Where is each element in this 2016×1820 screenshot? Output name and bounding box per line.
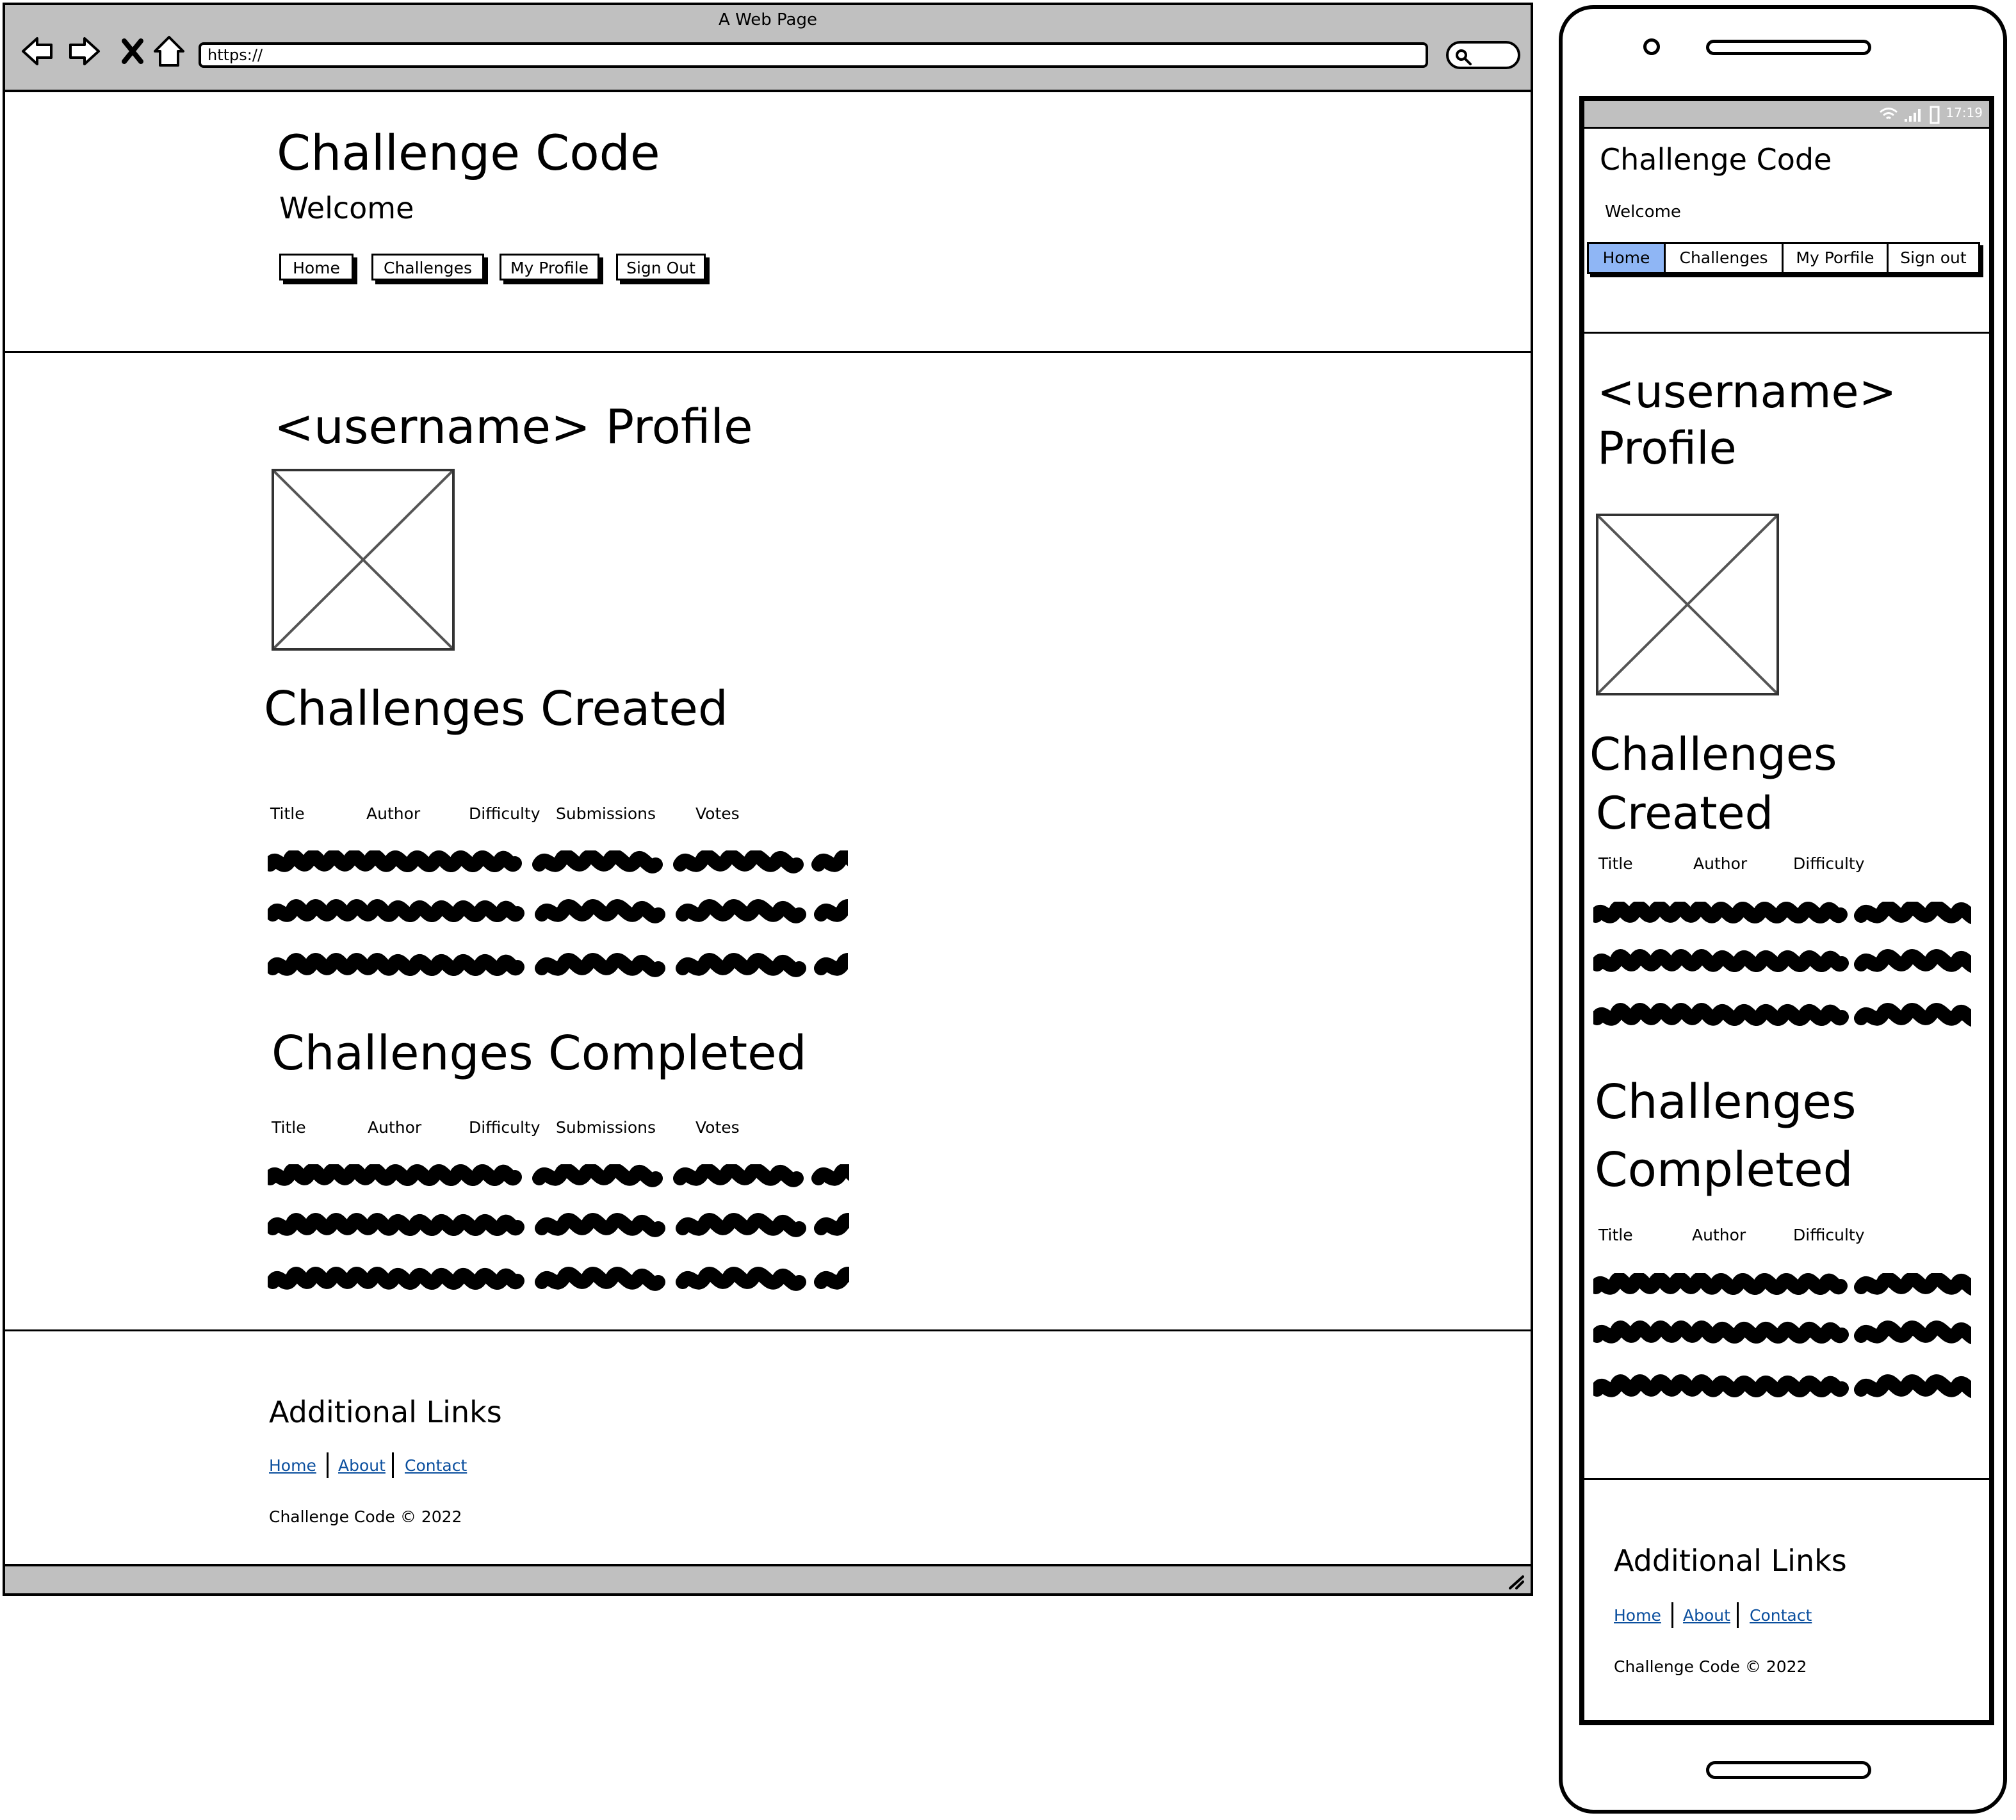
tab-home[interactable]: Home: [1589, 244, 1666, 272]
mobile-column-header-author: Author: [1693, 854, 1748, 873]
mobile-footer-heading: Additional Links: [1614, 1543, 1847, 1578]
column-header-difficulty: Difficulty: [469, 1118, 541, 1137]
mobile-column-header-title: Title: [1598, 854, 1633, 873]
mobile-copyright-text: Challenge Code © 2022: [1614, 1657, 1807, 1676]
mobile-column-header-author: Author: [1692, 1226, 1746, 1244]
footer-link-contact[interactable]: Contact: [405, 1456, 467, 1475]
mobile-created-heading-line2: Created: [1596, 787, 1774, 840]
browser-window: A Web Page https:// Challenge Code Welco…: [3, 3, 1533, 1596]
mobile-column-header-difficulty: Difficulty: [1793, 1226, 1865, 1244]
mobile-profile-heading-line2: Profile: [1597, 422, 1737, 475]
table-row: [1597, 1328, 1978, 1338]
mobile-welcome-text: Welcome: [1605, 202, 1681, 222]
speaker-grille: [1706, 40, 1871, 55]
mobile-created-table-rows: [1593, 902, 1978, 1049]
browser-statusbar: [5, 1564, 1531, 1593]
mobile-footer-link-about[interactable]: About: [1683, 1606, 1730, 1625]
footer-link-home[interactable]: Home: [269, 1456, 316, 1475]
mobile-column-header-difficulty: Difficulty: [1793, 854, 1865, 873]
mobile-completed-heading-line1: Challenges: [1595, 1075, 1857, 1130]
created-table-rows: [268, 850, 857, 998]
column-header-submissions: Submissions: [556, 1118, 656, 1137]
header-divider: [5, 351, 1531, 353]
mobile-column-header-title: Title: [1598, 1226, 1633, 1244]
table-row: [1597, 1381, 1978, 1392]
profile-heading: <username> Profile: [274, 400, 753, 455]
table-row: [270, 1170, 857, 1180]
nav-button-challenges[interactable]: Challenges: [371, 254, 484, 280]
mobile-footer-link-home[interactable]: Home: [1614, 1606, 1661, 1625]
stop-icon[interactable]: [115, 33, 151, 69]
profile-image-placeholder: [272, 469, 455, 651]
mobile-created-heading-line1: Challenges: [1589, 728, 1837, 781]
wifi-icon: [1880, 108, 1898, 120]
mobile-profile-heading-line1: <username>: [1597, 366, 1897, 418]
column-header-votes: Votes: [695, 804, 740, 823]
camera-icon: [1643, 38, 1660, 55]
link-separator: [1671, 1602, 1673, 1628]
mobile-tab-bar: Home Challenges My Porfile Sign out: [1587, 242, 1980, 274]
column-header-author: Author: [368, 1118, 422, 1137]
mobile-footer-link-contact[interactable]: Contact: [1750, 1606, 1812, 1625]
table-row: [273, 960, 857, 970]
search-icon: [1456, 49, 1472, 65]
table-row: [1597, 1010, 1978, 1020]
challenges-completed-heading: Challenges Completed: [272, 1026, 807, 1081]
phone-screen: 17:19 Challenge Code Welcome Home Challe…: [1579, 96, 1994, 1725]
address-bar[interactable]: https://: [199, 42, 1428, 68]
table-row: [273, 906, 857, 916]
mobile-completed-table-rows: [1593, 1273, 1978, 1420]
table-row: [273, 1274, 857, 1284]
window-title: A Web Page: [719, 10, 817, 29]
browser-titlebar: A Web Page https://: [5, 5, 1531, 92]
mobile-completed-heading-line2: Completed: [1595, 1142, 1853, 1198]
footer-divider: [5, 1329, 1531, 1331]
column-header-author: Author: [366, 804, 421, 823]
nav-button-my-profile[interactable]: My Profile: [500, 254, 599, 280]
table-row: [1596, 1279, 1978, 1289]
challenges-created-heading: Challenges Created: [264, 681, 728, 736]
column-header-difficulty: Difficulty: [469, 804, 541, 823]
resize-grip-icon[interactable]: [1508, 1574, 1525, 1589]
forward-icon[interactable]: [67, 33, 102, 69]
tab-challenges[interactable]: Challenges: [1666, 244, 1784, 272]
completed-table-rows: [268, 1164, 857, 1312]
copyright-text: Challenge Code © 2022: [269, 1507, 462, 1526]
table-row: [273, 1220, 857, 1230]
battery-icon: [1930, 106, 1940, 124]
nav-button-sign-out[interactable]: Sign Out: [616, 254, 706, 280]
phone-status-bar: 17:19: [1584, 101, 1989, 127]
column-header-submissions: Submissions: [556, 804, 656, 823]
table-row: [1596, 907, 1978, 918]
status-time: 17:19: [1946, 105, 1983, 120]
tab-sign-out[interactable]: Sign out: [1889, 244, 1978, 272]
mobile-header-divider: [1584, 332, 1989, 334]
mobile-profile-image-placeholder: [1596, 514, 1779, 695]
column-header-title: Title: [270, 804, 305, 823]
link-separator: [1737, 1602, 1739, 1628]
column-header-title: Title: [272, 1118, 306, 1137]
browser-search-field[interactable]: [1446, 41, 1520, 69]
welcome-text: Welcome: [279, 191, 414, 225]
mobile-footer-divider: [1584, 1478, 1989, 1480]
table-row: [270, 856, 857, 866]
home-bar[interactable]: [1706, 1761, 1871, 1779]
tab-my-profile[interactable]: My Porfile: [1784, 244, 1889, 272]
link-separator: [327, 1452, 329, 1478]
link-separator: [392, 1452, 394, 1478]
table-row: [1597, 956, 1978, 966]
site-title: Challenge Code: [277, 124, 660, 181]
nav-button-home[interactable]: Home: [279, 254, 354, 280]
column-header-votes: Votes: [695, 1118, 740, 1137]
back-icon[interactable]: [19, 33, 55, 69]
footer-heading: Additional Links: [269, 1395, 502, 1429]
status-divider: [1584, 127, 1989, 129]
home-icon[interactable]: [151, 33, 187, 69]
mobile-site-title: Challenge Code: [1600, 142, 1832, 177]
signal-icon: [1905, 109, 1921, 122]
footer-link-about[interactable]: About: [338, 1456, 386, 1475]
